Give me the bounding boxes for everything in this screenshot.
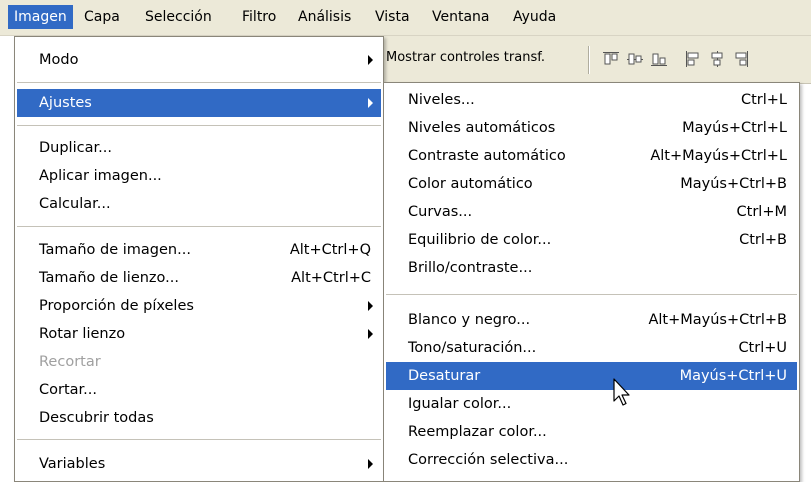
menu-item-label: Duplicar... xyxy=(39,140,112,156)
menu-item-label: Rotar lienzo xyxy=(39,326,126,342)
align-right-edges-icon[interactable] xyxy=(732,50,750,68)
align-top-edges-icon[interactable] xyxy=(602,50,620,68)
menu-item-modo[interactable]: Modo xyxy=(17,46,381,74)
menu-separator xyxy=(17,439,381,440)
menu-item-reemplazar-color[interactable]: Reemplazar color... xyxy=(386,418,797,446)
align-vertical-centers-icon[interactable] xyxy=(626,50,644,68)
menu-filtro[interactable]: Filtro xyxy=(236,5,282,29)
menu-item-rotar-lienzo[interactable]: Rotar lienzo xyxy=(17,320,381,348)
menu-item-ajustes[interactable]: Ajustes xyxy=(17,89,381,117)
menu-item-color-automatico[interactable]: Color automático Mayús+Ctrl+B xyxy=(386,170,797,198)
menu-item-label: Descubrir todas xyxy=(39,410,154,426)
menu-item-label: Reemplazar color... xyxy=(408,424,547,440)
menu-ventana[interactable]: Ventana xyxy=(426,5,496,29)
menu-item-label: Niveles... xyxy=(408,92,475,108)
menu-item-cortar[interactable]: Cortar... xyxy=(17,376,381,404)
menu-item-shortcut: Mayús+Ctrl+L xyxy=(682,120,787,136)
menu-item-calcular[interactable]: Calcular... xyxy=(17,190,381,218)
submenu-arrow-icon xyxy=(368,459,373,469)
menu-vista[interactable]: Vista xyxy=(369,5,416,29)
menu-item-shortcut: Ctrl+M xyxy=(736,204,787,220)
menu-item-tamano-imagen[interactable]: Tamaño de imagen... Alt+Ctrl+Q xyxy=(17,236,381,264)
toolbar-separator xyxy=(588,46,590,74)
menu-item-label: Igualar color... xyxy=(408,396,512,412)
ajustes-submenu: Niveles... Ctrl+L Niveles automáticos Ma… xyxy=(384,82,800,482)
menu-item-label: Calcular... xyxy=(39,196,111,212)
menu-item-label: Proporción de píxeles xyxy=(39,298,194,314)
menu-item-duplicar[interactable]: Duplicar... xyxy=(17,134,381,162)
menu-item-tono-saturacion[interactable]: Tono/saturación... Ctrl+U xyxy=(386,334,797,362)
menu-separator xyxy=(386,294,797,295)
menu-item-label: Color automático xyxy=(408,176,533,192)
menu-bar: Imagen Capa Selección Filtro Análisis Vi… xyxy=(0,0,811,36)
align-bottom-edges-icon[interactable] xyxy=(650,50,668,68)
submenu-arrow-icon xyxy=(368,301,373,311)
menu-item-label: Blanco y negro... xyxy=(408,312,531,328)
menu-item-label: Ajustes xyxy=(39,95,92,111)
menu-separator xyxy=(17,82,381,83)
menu-item-shortcut: Mayús+Ctrl+B xyxy=(680,176,787,192)
menu-imagen[interactable]: Imagen xyxy=(8,5,73,29)
menu-item-aplicar-imagen[interactable]: Aplicar imagen... xyxy=(17,162,381,190)
menu-item-descubrir-todas[interactable]: Descubrir todas xyxy=(17,404,381,432)
menu-item-label: Corrección selectiva... xyxy=(408,452,569,468)
menu-analisis[interactable]: Análisis xyxy=(292,5,357,29)
menu-item-label: Contraste automático xyxy=(408,148,566,164)
menu-item-shortcut: Alt+Ctrl+Q xyxy=(289,242,371,258)
menu-item-proporcion-pixeles[interactable]: Proporción de píxeles xyxy=(17,292,381,320)
options-toolbar: Mostrar controles transf. xyxy=(380,36,811,84)
menu-separator xyxy=(17,125,381,126)
mouse-pointer-icon xyxy=(613,378,630,406)
menu-item-igualar-color[interactable]: Igualar color... xyxy=(386,390,797,418)
menu-item-blanco-negro[interactable]: Blanco y negro... Alt+Mayús+Ctrl+B xyxy=(386,306,797,334)
menu-item-label: Aplicar imagen... xyxy=(39,168,162,184)
submenu-arrow-icon xyxy=(368,329,373,339)
menu-item-shortcut: Alt+Mayús+Ctrl+L xyxy=(650,148,787,164)
menu-item-equilibrio-color[interactable]: Equilibrio de color... Ctrl+B xyxy=(386,226,797,254)
menu-item-shortcut: Mayús+Ctrl+U xyxy=(679,368,787,384)
menu-item-label: Tono/saturación... xyxy=(408,340,537,356)
menu-item-contraste-automatico[interactable]: Contraste automático Alt+Mayús+Ctrl+L xyxy=(386,142,797,170)
menu-item-recortar: Recortar xyxy=(17,348,381,376)
menu-item-shortcut: Alt+Ctrl+C xyxy=(291,270,371,286)
menu-item-label: Equilibrio de color... xyxy=(408,232,552,248)
show-transform-controls-label[interactable]: Mostrar controles transf. xyxy=(386,50,545,65)
menu-item-label: Curvas... xyxy=(408,204,473,220)
menu-item-niveles-automaticos[interactable]: Niveles automáticos Mayús+Ctrl+L xyxy=(386,114,797,142)
menu-item-niveles[interactable]: Niveles... Ctrl+L xyxy=(386,86,797,114)
menu-item-variables[interactable]: Variables xyxy=(17,450,381,478)
menu-item-label: Niveles automáticos xyxy=(408,120,556,136)
menu-item-shortcut: Ctrl+L xyxy=(740,92,787,108)
menu-item-shortcut: Ctrl+B xyxy=(739,232,787,248)
align-left-edges-icon[interactable] xyxy=(684,50,702,68)
menu-seleccion[interactable]: Selección xyxy=(139,5,218,29)
menu-item-shortcut: Alt+Mayús+Ctrl+B xyxy=(648,312,787,328)
menu-item-label: Tamaño de imagen... xyxy=(39,242,191,258)
imagen-menu: Modo Ajustes Duplicar... Aplicar imagen.… xyxy=(14,36,384,482)
submenu-arrow-icon xyxy=(368,55,373,65)
menu-item-label: Desaturar xyxy=(408,368,481,384)
menu-item-shortcut: Ctrl+U xyxy=(738,340,787,356)
align-horizontal-centers-icon[interactable] xyxy=(708,50,726,68)
menu-separator xyxy=(17,226,381,227)
menu-item-label: Variables xyxy=(39,456,106,472)
menu-item-desaturar[interactable]: Desaturar Mayús+Ctrl+U xyxy=(386,362,797,390)
menu-item-label: Brillo/contraste... xyxy=(408,260,533,276)
menu-item-tamano-lienzo[interactable]: Tamaño de lienzo... Alt+Ctrl+C xyxy=(17,264,381,292)
menu-item-brillo-contraste[interactable]: Brillo/contraste... xyxy=(386,254,797,282)
menu-item-curvas[interactable]: Curvas... Ctrl+M xyxy=(386,198,797,226)
submenu-arrow-icon xyxy=(368,98,373,108)
menu-ayuda[interactable]: Ayuda xyxy=(507,5,562,29)
menu-item-label: Cortar... xyxy=(39,382,97,398)
menu-item-label: Recortar xyxy=(39,354,101,370)
menu-item-label: Modo xyxy=(39,52,79,68)
menu-item-correccion-selectiva[interactable]: Corrección selectiva... xyxy=(386,446,797,474)
menu-capa[interactable]: Capa xyxy=(78,5,126,29)
menu-item-label: Tamaño de lienzo... xyxy=(39,270,179,286)
